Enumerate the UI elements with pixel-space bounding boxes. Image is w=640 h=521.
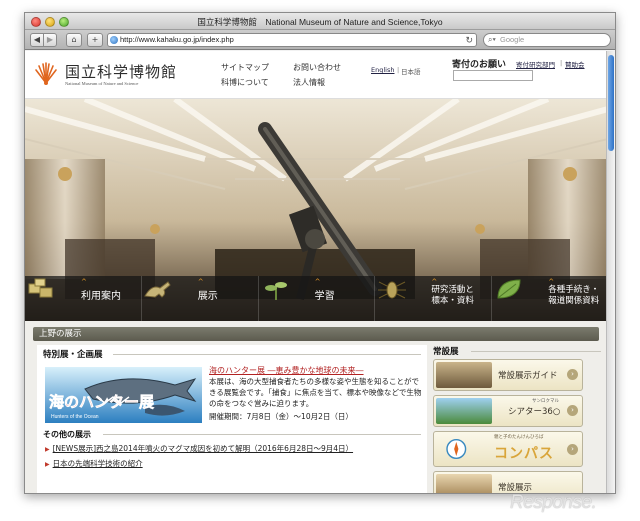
other-exhibitions-heading: その他の展示 xyxy=(43,430,91,439)
news-exhibit-link[interactable]: ▶ [NEWS展示]西之島2014年噴火のマグマ成因を初めて解明（2016年6月2… xyxy=(45,443,353,454)
donate-separator: | xyxy=(560,59,563,67)
permanent-guide-banner[interactable]: 常設展示ガイド › xyxy=(433,359,583,391)
contact-link[interactable]: お問い合わせ xyxy=(293,62,341,73)
permanent-exhibit-banner[interactable]: 常設展示 xyxy=(433,471,583,493)
news-item-text: 日本の先端科学技術の紹介 xyxy=(52,459,143,468)
compass-banner[interactable]: 親と子のたんけんひろば コンパス › xyxy=(433,431,583,467)
japanese-link[interactable]: 日本語 xyxy=(401,66,421,76)
nav-label-learning: 学習 xyxy=(314,291,335,302)
banner-ruby: サンロクマル xyxy=(532,399,559,404)
nav-label-procedures: 各種手続き・ 報道関係資料 xyxy=(548,285,600,306)
banner-label: コンパス xyxy=(494,446,554,462)
address-bar[interactable]: http://www.kahaku.go.jp/index.php ↻ xyxy=(107,33,477,47)
plant-icon xyxy=(264,282,287,300)
page-viewport: 国立科学博物館 National Museum of Nature and Sc… xyxy=(25,51,608,493)
nav-label-exhibitions: 展示 xyxy=(197,291,218,302)
scrollbar-thumb[interactable] xyxy=(608,55,614,151)
exhibit-thumb xyxy=(436,474,492,493)
vertical-scrollbar[interactable] xyxy=(606,51,615,493)
supporting-member-link[interactable]: 賛助会 xyxy=(565,59,585,69)
tech-intro-link[interactable]: ▶ 日本の先端科学技術の紹介 xyxy=(45,458,143,469)
title-bar: 国立科学博物館 National Museum of Nature and Sc… xyxy=(25,13,615,30)
banner-label: 常設展示ガイド xyxy=(498,371,558,381)
nav-visitor-info[interactable]: ^ 利用案内 xyxy=(25,276,142,321)
arrow-right-icon: › xyxy=(567,444,578,455)
logo-english: National Museum of Nature and Science xyxy=(65,81,139,86)
nav-label-research: 研究活動と 標本・資料 xyxy=(431,285,474,306)
gallery-thumb xyxy=(436,362,492,388)
window-title: 国立科学博物館 National Museum of Nature and Sc… xyxy=(197,17,443,27)
plus-icon: + xyxy=(91,35,99,44)
hero-banner: ^ 利用案内 ^ 展示 ^ 学習 ^ 研究活動と 標本・資料 ^ 各種手続き・ … xyxy=(25,99,608,321)
permanent-exhibition-sidebar: 常設展 常設展示ガイド › サンロクマル シアター36○ › 親と子のたんけんひ… xyxy=(433,345,601,493)
browser-toolbar: ◀ ▶ ⌂ + http://www.kahaku.go.jp/index.ph… xyxy=(25,30,615,50)
special-exhibitions-heading: 特別展・企画展 xyxy=(43,350,103,360)
url-text: http://www.kahaku.go.jp/index.php xyxy=(120,35,234,44)
response-watermark: Response. xyxy=(510,492,597,513)
main-navigation: ^ 利用案内 ^ 展示 ^ 学習 ^ 研究活動と 標本・資料 ^ 各種手続き・ … xyxy=(25,276,608,321)
home-button[interactable]: ⌂ xyxy=(66,33,82,47)
poster-subtitle: Hunters of the Ocean xyxy=(51,414,99,420)
dinosaur-icon xyxy=(143,281,171,298)
donation-research-link[interactable]: 寄付研究部門 xyxy=(516,59,555,69)
museum-logo-icon[interactable] xyxy=(33,61,59,87)
nav-learning[interactable]: ^ 学習 xyxy=(259,276,376,321)
lang-separator: | xyxy=(397,66,400,74)
ueno-exhibitions-section: 上野の展示 特別展・企画展 海のハンター展 Hunters of the Oce… xyxy=(25,321,608,493)
divider xyxy=(471,351,601,352)
nav-procedures-press[interactable]: ^ 各種手続き・ 報道関係資料 xyxy=(492,276,608,321)
section-title: 上野の展示 xyxy=(33,327,599,341)
arrow-right-icon: › xyxy=(567,369,578,380)
back-arrow-icon: ◀ xyxy=(33,35,41,44)
poster-title: 海のハンター展 xyxy=(49,393,154,411)
caret-up-icon: ^ xyxy=(314,278,321,286)
site-header: 国立科学博物館 National Museum of Nature and Sc… xyxy=(25,51,608,99)
compass-thumb xyxy=(446,439,467,459)
home-icon: ⌂ xyxy=(71,35,77,44)
divider xyxy=(113,354,421,355)
banner-ruby: 親と子のたんけんひろば xyxy=(494,435,544,440)
caret-up-icon: ^ xyxy=(81,278,87,286)
caret-up-icon: ^ xyxy=(197,278,204,286)
nav-label-visitor-info: 利用案内 xyxy=(81,291,121,302)
search-placeholder: Google xyxy=(500,35,525,44)
special-exhibitions-panel: 特別展・企画展 海のハンター展 Hunters of the Ocean 海のハ… xyxy=(37,345,427,493)
theater-360-banner[interactable]: サンロクマル シアター36○ › xyxy=(433,395,583,427)
corporate-info-link[interactable]: 法人情報 xyxy=(293,77,325,88)
exhibition-title-link[interactable]: 海のハンター展 ―恵み豊かな地球の未来― xyxy=(209,365,364,376)
nav-research[interactable]: ^ 研究活動と 標本・資料 xyxy=(375,276,493,321)
browser-window: 国立科学博物館 National Museum of Nature and Sc… xyxy=(24,12,616,494)
leaf-icon xyxy=(497,279,521,299)
browser-search-field[interactable]: ⌕▾ Google xyxy=(483,33,611,47)
divider xyxy=(103,434,421,435)
sitemap-link[interactable]: サイトマップ xyxy=(221,62,269,73)
news-item-text: [NEWS展示]西之島2014年噴火のマグマ成因を初めて解明（2016年6月28… xyxy=(52,444,354,453)
exhibition-period: 開催期間：7月8日（金）〜10月2日（日） xyxy=(209,412,353,421)
add-bookmark-button[interactable]: + xyxy=(87,33,103,47)
forward-button[interactable]: ▶ xyxy=(43,33,57,47)
globe-icon xyxy=(110,36,118,44)
ocean-hunters-poster[interactable]: 海のハンター展 Hunters of the Ocean xyxy=(45,367,202,423)
search-icon: ⌕▾ xyxy=(488,35,496,44)
logo-japanese[interactable]: 国立科学博物館 xyxy=(65,61,177,82)
arrow-right-icon: › xyxy=(567,405,578,416)
donation-title[interactable]: 寄付のお願い xyxy=(452,57,506,70)
bullet-icon: ▶ xyxy=(45,446,50,453)
boxes-icon xyxy=(28,278,53,298)
english-link[interactable]: English xyxy=(371,66,394,74)
theater-thumb xyxy=(436,398,492,424)
back-button[interactable]: ◀ xyxy=(30,33,44,47)
nav-exhibitions[interactable]: ^ 展示 xyxy=(142,276,259,321)
about-link[interactable]: 科博について xyxy=(221,77,269,88)
site-search-input[interactable] xyxy=(453,70,533,81)
exhibition-description: 本展は、海の大型捕食者たちの多様な姿や生態を知ることができる展覧会です。「捕食」… xyxy=(209,377,422,408)
permanent-heading: 常設展 xyxy=(433,347,459,357)
reload-icon[interactable]: ↻ xyxy=(465,34,473,46)
bullet-icon: ▶ xyxy=(45,461,50,468)
banner-label: シアター36○ xyxy=(508,407,561,417)
forward-arrow-icon: ▶ xyxy=(46,35,54,44)
insect-icon xyxy=(378,281,407,299)
